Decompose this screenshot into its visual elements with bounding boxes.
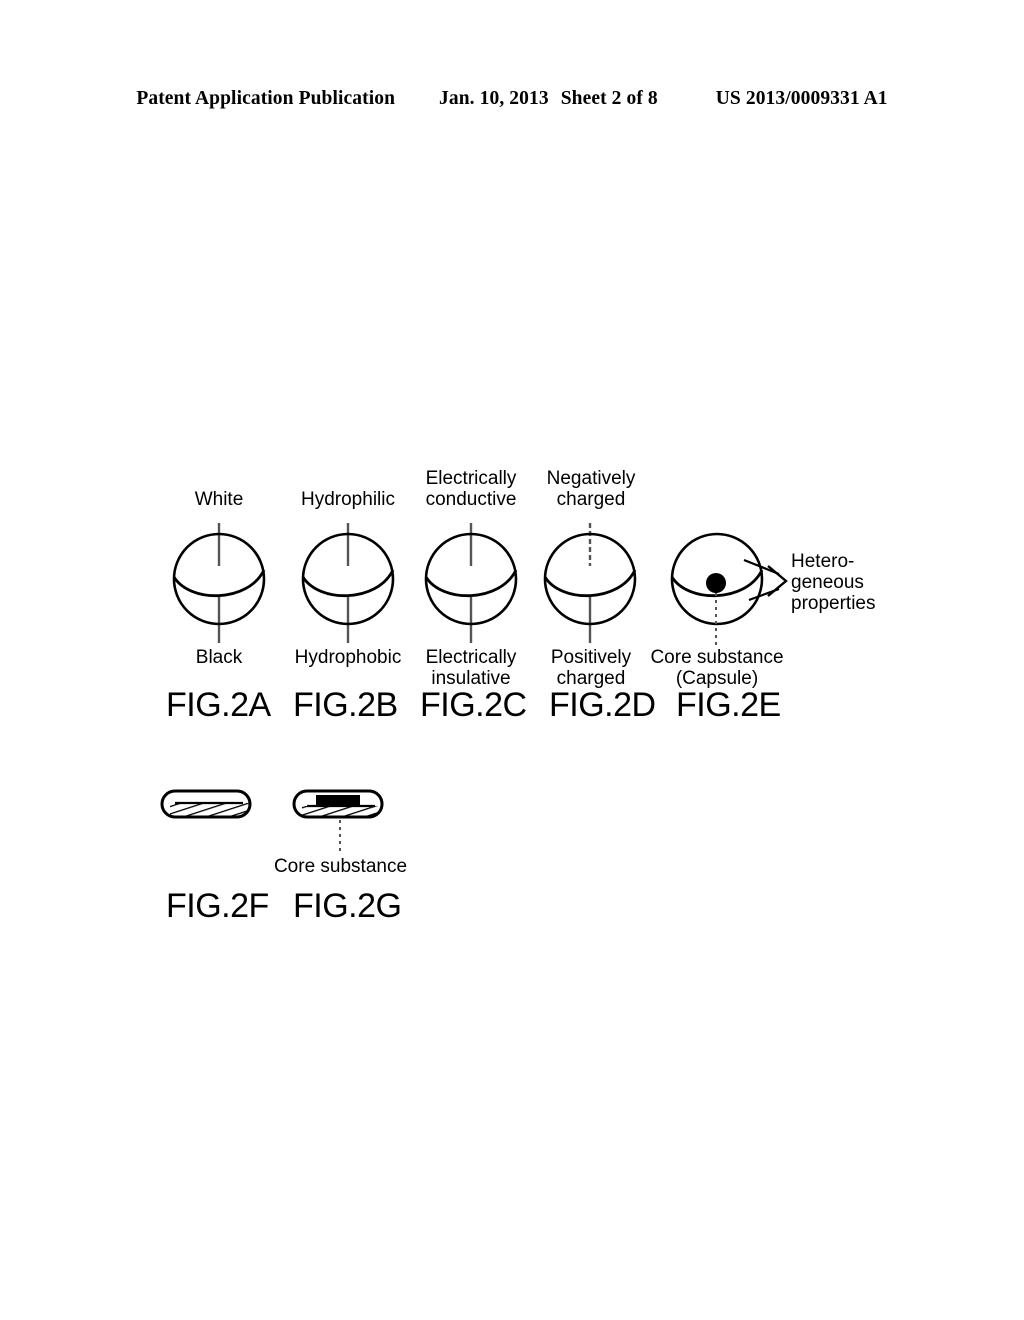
rod-core-substance [316, 795, 360, 805]
sphere-bottom-label-2e: Core substance (Capsule) [650, 647, 784, 689]
sphere-bottom-label-2d: Positively charged [550, 647, 632, 689]
sphere-fig-2b [301, 523, 395, 643]
page-header: Patent Application Publication Jan. 10, … [0, 88, 1024, 110]
rod-fig-2g [292, 789, 384, 853]
rod-core-substance-label: Core substance [273, 856, 408, 877]
header-sheet: Sheet 2 of 8 [560, 88, 658, 109]
core-substance-dot [706, 573, 726, 593]
sphere-fig-2a [172, 523, 266, 643]
sphere-top-label-2c: Electrically conductive [425, 468, 517, 510]
sphere-bottom-label-2c: Electrically insulative [425, 647, 517, 689]
heterogeneous-properties-label: Hetero- geneous properties [791, 551, 876, 614]
header-date: Jan. 10, 2013 [439, 88, 549, 109]
header-patent-number: US 2013/0009331 A1 [715, 88, 888, 109]
sphere-top-label-2d: Negatively charged [546, 468, 636, 510]
rod-fig-2f [160, 789, 252, 819]
figure-caption-2g: FIG.2G [293, 887, 402, 925]
sphere-bottom-label-2a: Black [195, 647, 243, 668]
figure-caption-2e: FIG.2E [676, 686, 781, 724]
figure-caption-2d: FIG.2D [549, 686, 656, 724]
figure-caption-2f: FIG.2F [166, 887, 269, 925]
header-publication: Patent Application Publication [136, 88, 396, 109]
sphere-fig-2c [424, 523, 518, 643]
sphere-top-label-2a: White [194, 489, 244, 510]
sphere-top-label-2b: Hydrophilic [301, 489, 395, 510]
figure-caption-2c: FIG.2C [420, 686, 527, 724]
figure-caption-2a: FIG.2A [166, 686, 271, 724]
sphere-fig-2e [670, 532, 788, 645]
sphere-bottom-label-2b: Hydrophobic [294, 647, 402, 668]
figure-caption-2b: FIG.2B [293, 686, 398, 724]
sphere-fig-2d [543, 523, 637, 643]
